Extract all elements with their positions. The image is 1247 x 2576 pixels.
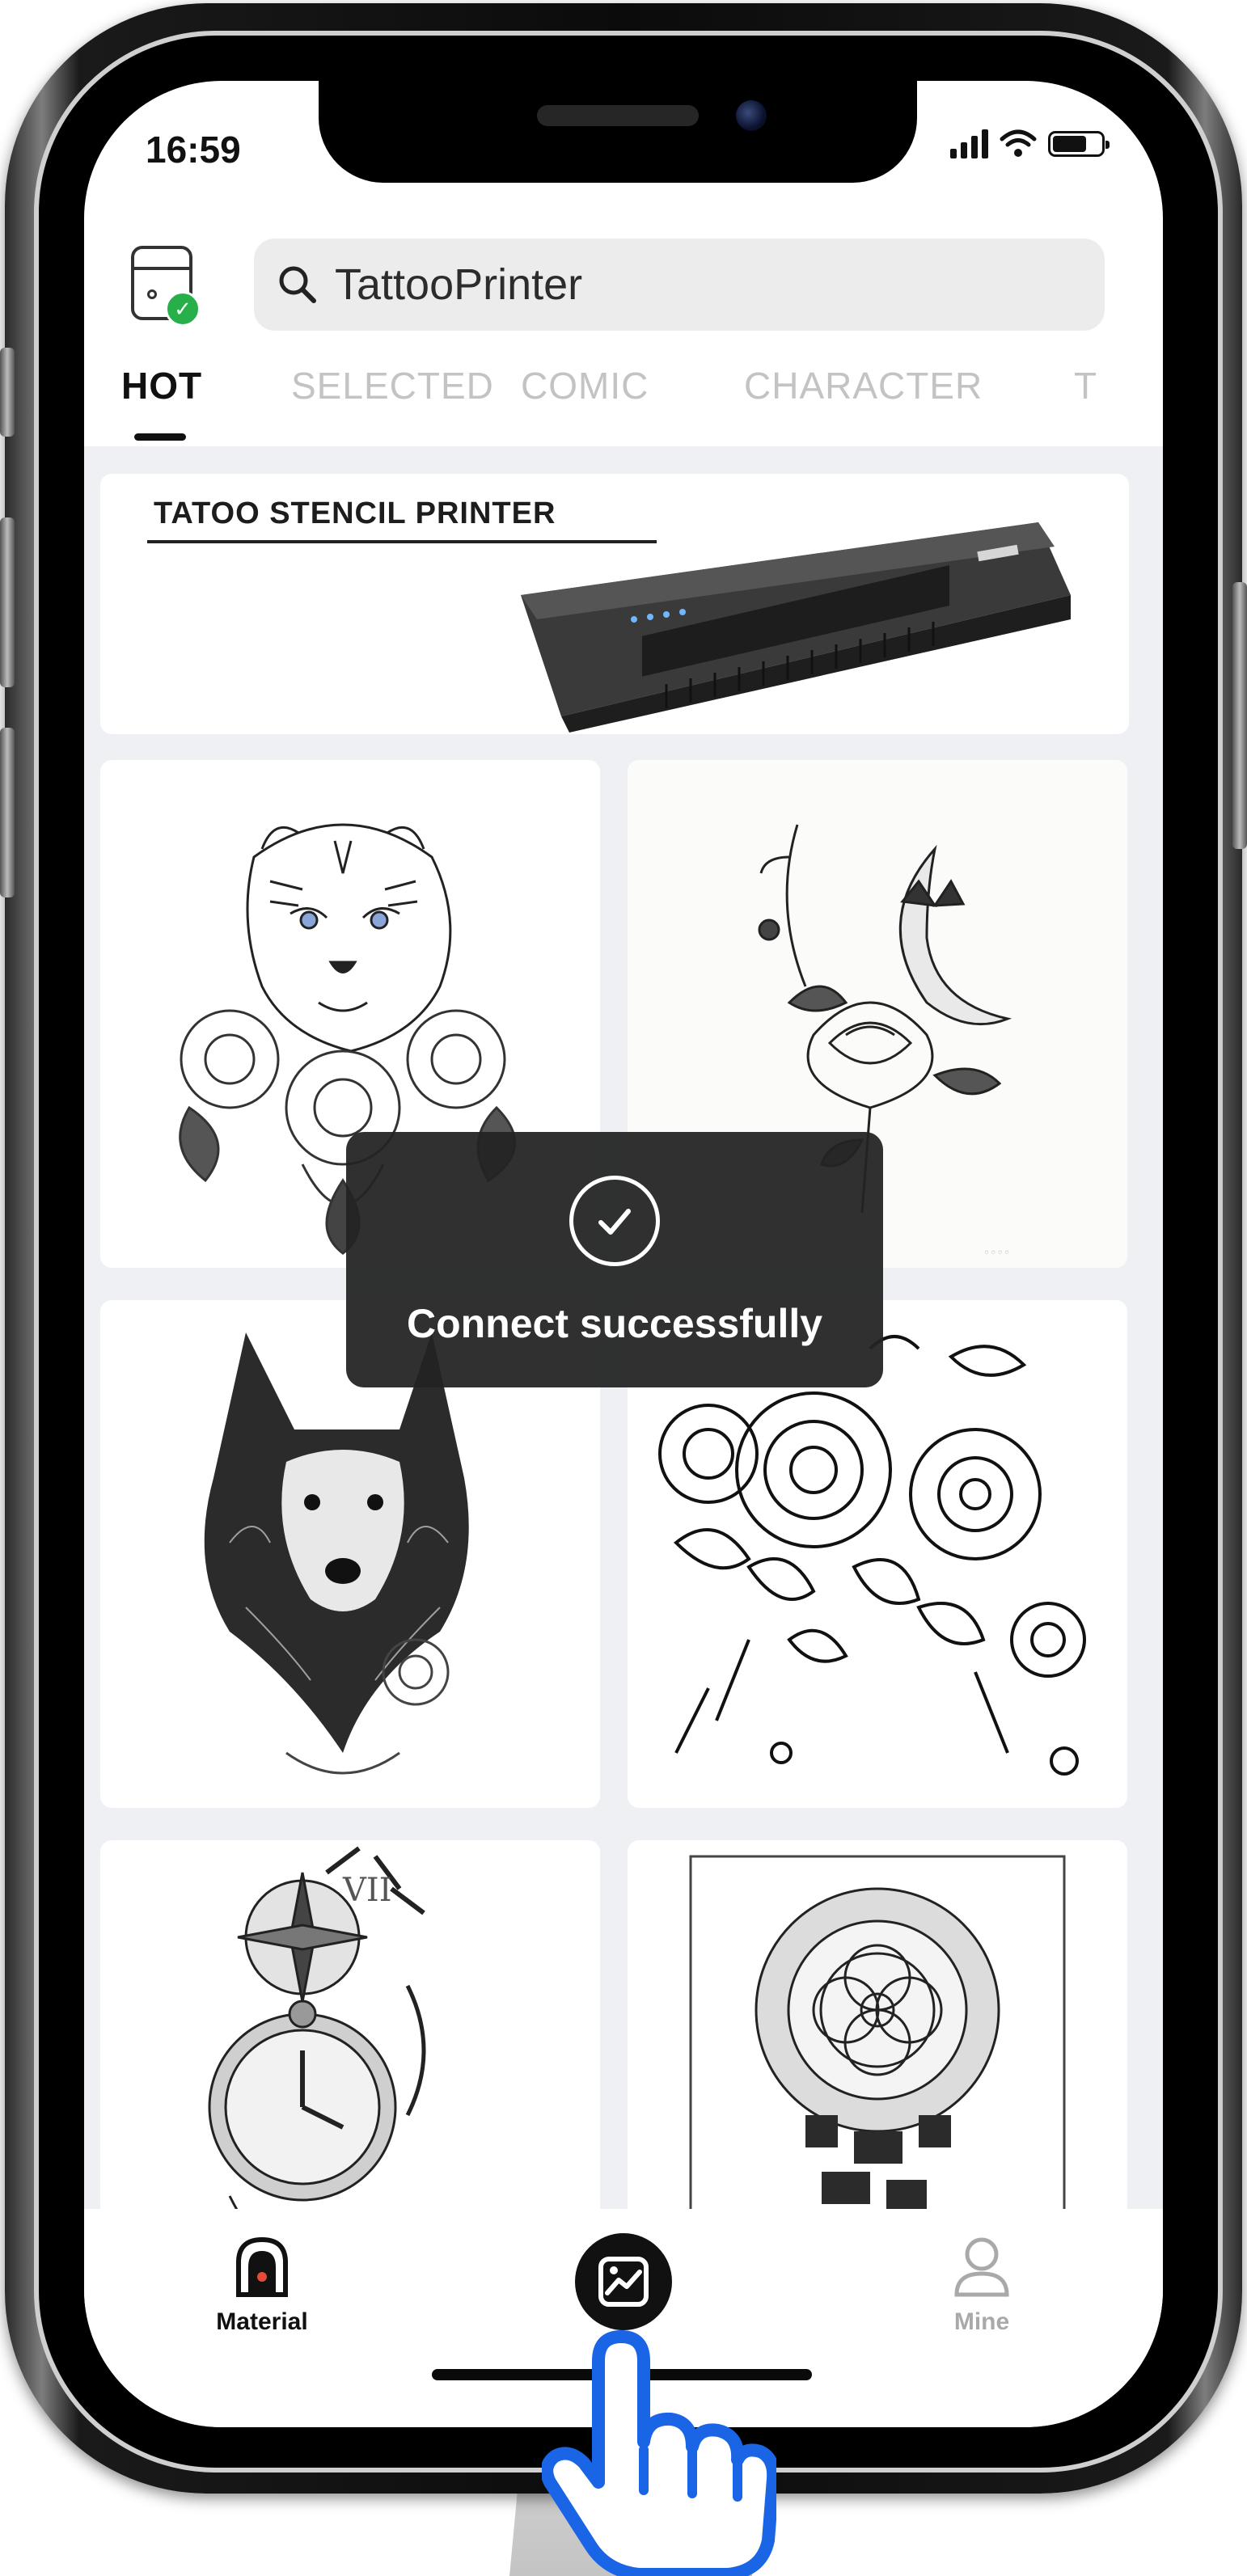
battery-icon — [1048, 131, 1110, 157]
tab-mine[interactable]: Mine — [917, 2235, 1046, 2336]
notch — [319, 81, 917, 183]
tab-more[interactable]: T — [1074, 364, 1097, 408]
tab-material-label: Material — [216, 2308, 308, 2335]
search-bar[interactable]: TattooPrinter — [254, 239, 1105, 331]
create-image-icon — [575, 2233, 672, 2330]
person-icon — [954, 2237, 1009, 2297]
tab-selected[interactable]: SELECTED — [291, 364, 494, 408]
search-icon — [279, 266, 316, 303]
volume-down-button — [0, 728, 15, 897]
svg-text:VII: VII — [342, 1872, 392, 1909]
status-icons — [950, 129, 1110, 158]
design-card-compass-clock[interactable]: VII — [100, 1840, 600, 2209]
tab-material[interactable]: Material — [197, 2235, 327, 2336]
power-button — [1232, 582, 1247, 849]
design-card-mandala[interactable] — [628, 1840, 1127, 2209]
toast-message: Connect successfully — [406, 1301, 823, 1346]
svg-text:◦◦◦◦: ◦◦◦◦ — [983, 1247, 1010, 1260]
active-tab-indicator — [134, 433, 186, 441]
tab-mine-label: Mine — [953, 2308, 1010, 2335]
printer-connection-button[interactable]: ✓ — [131, 246, 201, 327]
screen: 16:59 ✓ TattooPrinter HOT SELECTED COMIC… — [84, 81, 1163, 2427]
category-tabs: HOT SELECTED COMIC CHARACTER T — [116, 364, 1163, 445]
mute-switch — [0, 348, 15, 437]
success-check-icon — [569, 1176, 660, 1266]
compass-clock-tattoo-image: VII — [208, 1846, 426, 2209]
wifi-icon — [1000, 129, 1037, 157]
toast-notification: Connect successfully — [346, 1132, 883, 1387]
tab-comic[interactable]: COMIC — [521, 364, 649, 408]
volume-up-button — [0, 517, 15, 687]
banner-title: TATOO STENCIL PRINTER — [154, 496, 556, 530]
printer-banner[interactable]: TATOO STENCIL PRINTER — [100, 474, 1129, 734]
material-icon — [236, 2236, 288, 2297]
status-time: 16:59 — [146, 129, 241, 171]
front-camera — [736, 100, 767, 131]
mandala-tattoo-image — [689, 1855, 1066, 2209]
stencil-printer-image — [521, 522, 1071, 733]
search-text: TattooPrinter — [335, 260, 583, 309]
create-button[interactable] — [569, 2232, 678, 2336]
connected-check-icon: ✓ — [165, 291, 201, 327]
tap-hand-icon — [542, 2330, 776, 2576]
tab-character[interactable]: CHARACTER — [744, 364, 983, 408]
tab-hot[interactable]: HOT — [121, 364, 202, 408]
cellular-signal-icon — [950, 129, 988, 158]
